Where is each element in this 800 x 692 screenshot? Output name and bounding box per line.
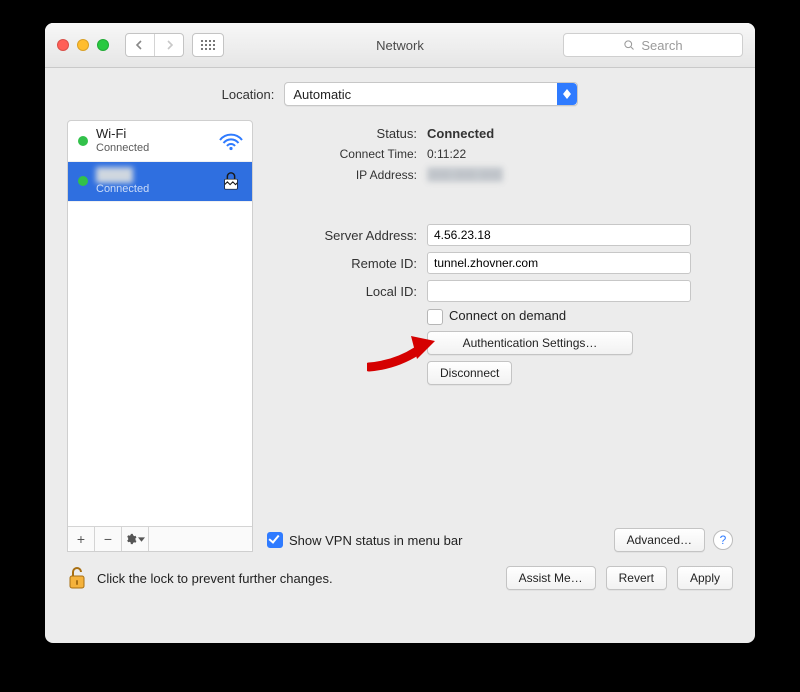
show-vpn-status-label: Show VPN status in menu bar [289,533,462,548]
server-address-label: Server Address: [267,228,417,243]
remove-service-button[interactable]: − [95,527,122,551]
connect-time-label: Connect Time: [267,147,417,161]
ip-address-redacted: 000 000 000 [427,167,503,182]
ip-address-label: IP Address: [267,168,417,182]
service-detail: Status: Connected Connect Time: 0:11:22 … [267,120,733,552]
show-vpn-status-checkbox[interactable] [267,532,283,548]
detail-bottom-row: Show VPN status in menu bar Advanced… ? [267,528,733,552]
traffic-lights [57,39,109,51]
advanced-button[interactable]: Advanced… [614,528,705,552]
remote-id-input[interactable] [427,252,691,274]
chevron-down-icon [138,537,145,542]
lock-icon [218,171,244,191]
disconnect-button[interactable]: Disconnect [427,361,512,385]
server-address-input[interactable] [427,224,691,246]
checkbox-icon[interactable] [427,309,443,325]
assist-me-button[interactable]: Assist Me… [506,566,596,590]
back-button[interactable] [126,34,154,56]
location-label: Location: [222,87,275,102]
service-status: Connected [96,183,210,196]
search-placeholder: Search [641,38,682,53]
service-status: Connected [96,142,210,155]
connect-time-value: 0:11:22 [427,147,733,161]
help-button[interactable]: ? [713,530,733,550]
gear-icon [125,533,137,545]
chevron-updown-icon [557,83,577,105]
local-id-input[interactable] [427,280,691,302]
location-value: Automatic [293,87,351,102]
forward-button[interactable] [154,34,183,56]
service-list-footer: + − [68,526,252,551]
revert-button[interactable]: Revert [606,566,667,590]
auth-settings-button[interactable]: Authentication Settings… [427,331,633,355]
connect-on-demand-row[interactable]: Connect on demand [427,308,733,325]
location-row: Location: Automatic [67,82,733,106]
wifi-icon [218,131,244,151]
minimize-icon[interactable] [77,39,89,51]
lock-hint: Click the lock to prevent further change… [97,571,333,586]
service-name: Wi-Fi [96,127,210,142]
search-input[interactable]: Search [563,33,743,57]
service-wifi[interactable]: Wi-Fi Connected [68,121,252,162]
show-all-button[interactable] [192,33,224,57]
connect-on-demand-label: Connect on demand [449,308,566,323]
service-vpn[interactable]: ████ Connected [68,162,252,203]
service-list[interactable]: Wi-Fi Connected ████ Connected + − [67,120,253,552]
close-icon[interactable] [57,39,69,51]
service-name-redacted: ████ [96,168,133,183]
local-id-label: Local ID: [267,284,417,299]
network-prefs-window: Network Search Location: Automatic [45,23,755,643]
status-value: Connected [427,126,733,141]
location-popup[interactable]: Automatic [284,82,578,106]
titlebar: Network Search [45,23,755,68]
remote-id-label: Remote ID: [267,256,417,271]
search-icon [623,39,635,51]
status-dot-icon [78,176,88,186]
service-actions-button[interactable] [122,527,149,551]
add-service-button[interactable]: + [68,527,95,551]
window-footer: Click the lock to prevent further change… [67,566,733,590]
apply-button[interactable]: Apply [677,566,733,590]
zoom-icon[interactable] [97,39,109,51]
nav-buttons [125,33,184,57]
status-label: Status: [267,126,417,141]
unlock-icon[interactable] [67,566,87,590]
status-dot-icon [78,136,88,146]
